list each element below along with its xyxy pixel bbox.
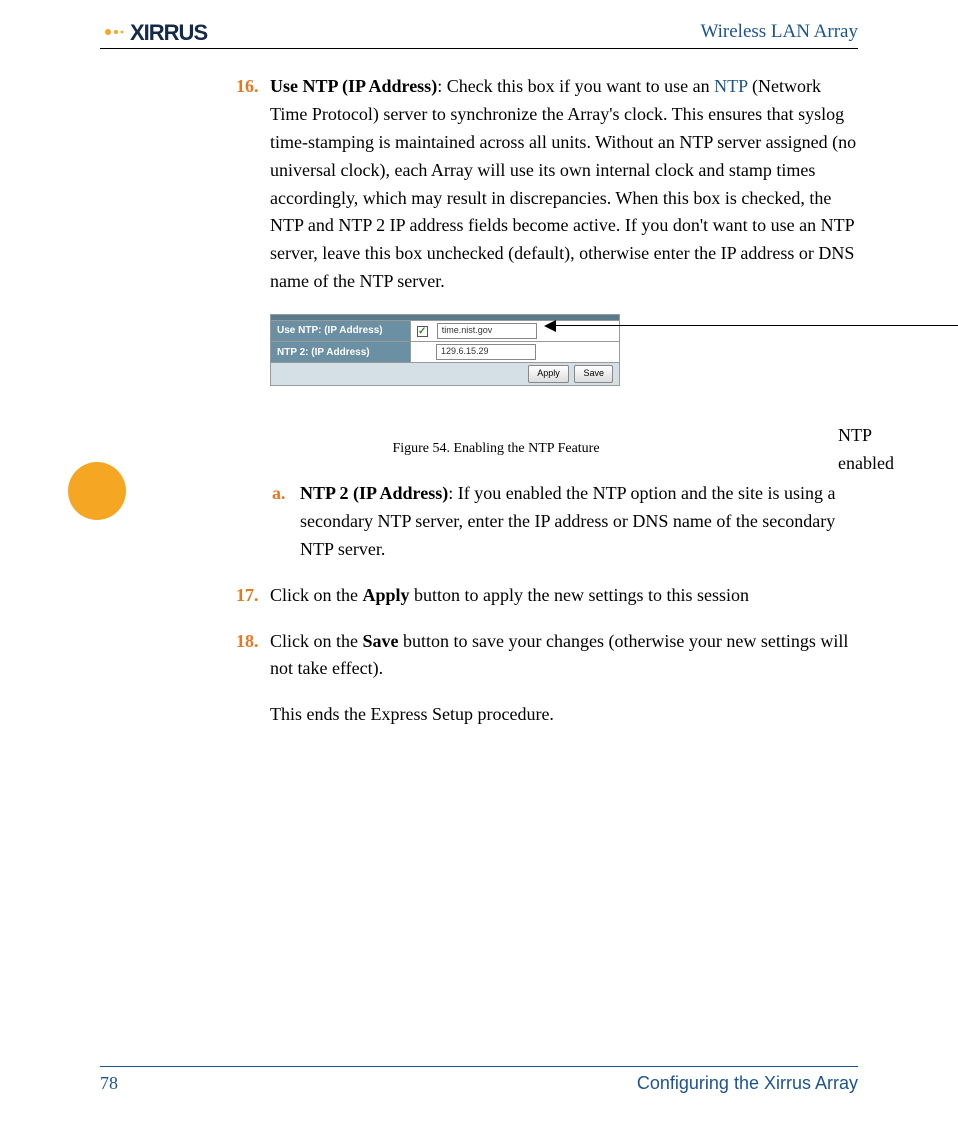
text-fragment: button to apply the new settings to this… xyxy=(410,585,750,605)
page-number: 78 xyxy=(100,1073,118,1094)
svg-text:XIRRUS: XIRRUS xyxy=(130,20,207,44)
step-number: 17. xyxy=(236,582,270,610)
ntp-address-input[interactable]: time.nist.gov xyxy=(437,323,537,339)
bold-word: Apply xyxy=(363,585,410,605)
ntp2-address-input[interactable]: 129.6.15.29 xyxy=(436,344,536,360)
step-17: 17. Click on the Apply button to apply t… xyxy=(236,582,858,610)
arrow-left-icon xyxy=(544,319,558,333)
step-title: Use NTP (IP Address) xyxy=(270,76,437,96)
sub-letter: a. xyxy=(272,480,300,564)
apply-button[interactable]: Apply xyxy=(528,365,569,383)
closing-text: This ends the Express Setup procedure. xyxy=(270,701,858,729)
table-row: Use NTP: (IP Address) time.nist.gov xyxy=(271,321,620,342)
row-value-cell: time.nist.gov xyxy=(411,321,620,342)
step-title: NTP 2 (IP Address) xyxy=(300,483,448,503)
step-18: 18. Click on the Save button to save you… xyxy=(236,628,858,684)
table-row: Apply Save xyxy=(271,363,620,386)
footer-section: Configuring the Xirrus Array xyxy=(637,1073,858,1094)
text-fragment: Click on the xyxy=(270,631,363,651)
row-value-cell: 129.6.15.29 xyxy=(411,342,620,363)
text-fragment: (Network Time Protocol) server to synchr… xyxy=(270,76,856,291)
page-footer: 78 Configuring the Xirrus Array xyxy=(100,1066,858,1094)
text-fragment: Click on the xyxy=(270,585,363,605)
step-number: 16. xyxy=(236,73,270,296)
figure-54: Use NTP: (IP Address) time.nist.gov NTP … xyxy=(270,314,858,460)
figure-caption: Figure 54. Enabling the NTP Feature xyxy=(134,438,858,460)
ntp-link[interactable]: NTP xyxy=(714,76,747,96)
step-text: NTP 2 (IP Address): If you enabled the N… xyxy=(300,480,858,564)
page-header: XIRRUS Wireless LAN Array xyxy=(100,20,858,49)
text-fragment: : Check this box if you want to use an xyxy=(437,76,714,96)
step-16a: a. NTP 2 (IP Address): If you enabled th… xyxy=(236,480,858,564)
row-label: NTP 2: (IP Address) xyxy=(271,342,411,363)
xirrus-logo: XIRRUS xyxy=(100,20,250,44)
step-text: Use NTP (IP Address): Check this box if … xyxy=(270,73,858,296)
orange-tab-marker xyxy=(68,462,126,520)
save-button[interactable]: Save xyxy=(574,365,613,383)
doc-title: Wireless LAN Array xyxy=(700,21,858,43)
step-number: 18. xyxy=(236,628,270,684)
callout-line xyxy=(550,325,958,326)
row-label: Use NTP: (IP Address) xyxy=(271,321,411,342)
bold-word: Save xyxy=(363,631,399,651)
checkbox-icon[interactable] xyxy=(417,326,428,337)
callout-label: NTP enabled xyxy=(838,422,894,478)
step-16: 16. Use NTP (IP Address): Check this box… xyxy=(236,73,858,296)
step-text: Click on the Apply button to apply the n… xyxy=(270,582,858,610)
table-row: NTP 2: (IP Address) 129.6.15.29 xyxy=(271,342,620,363)
step-text: Click on the Save button to save your ch… xyxy=(270,628,858,684)
